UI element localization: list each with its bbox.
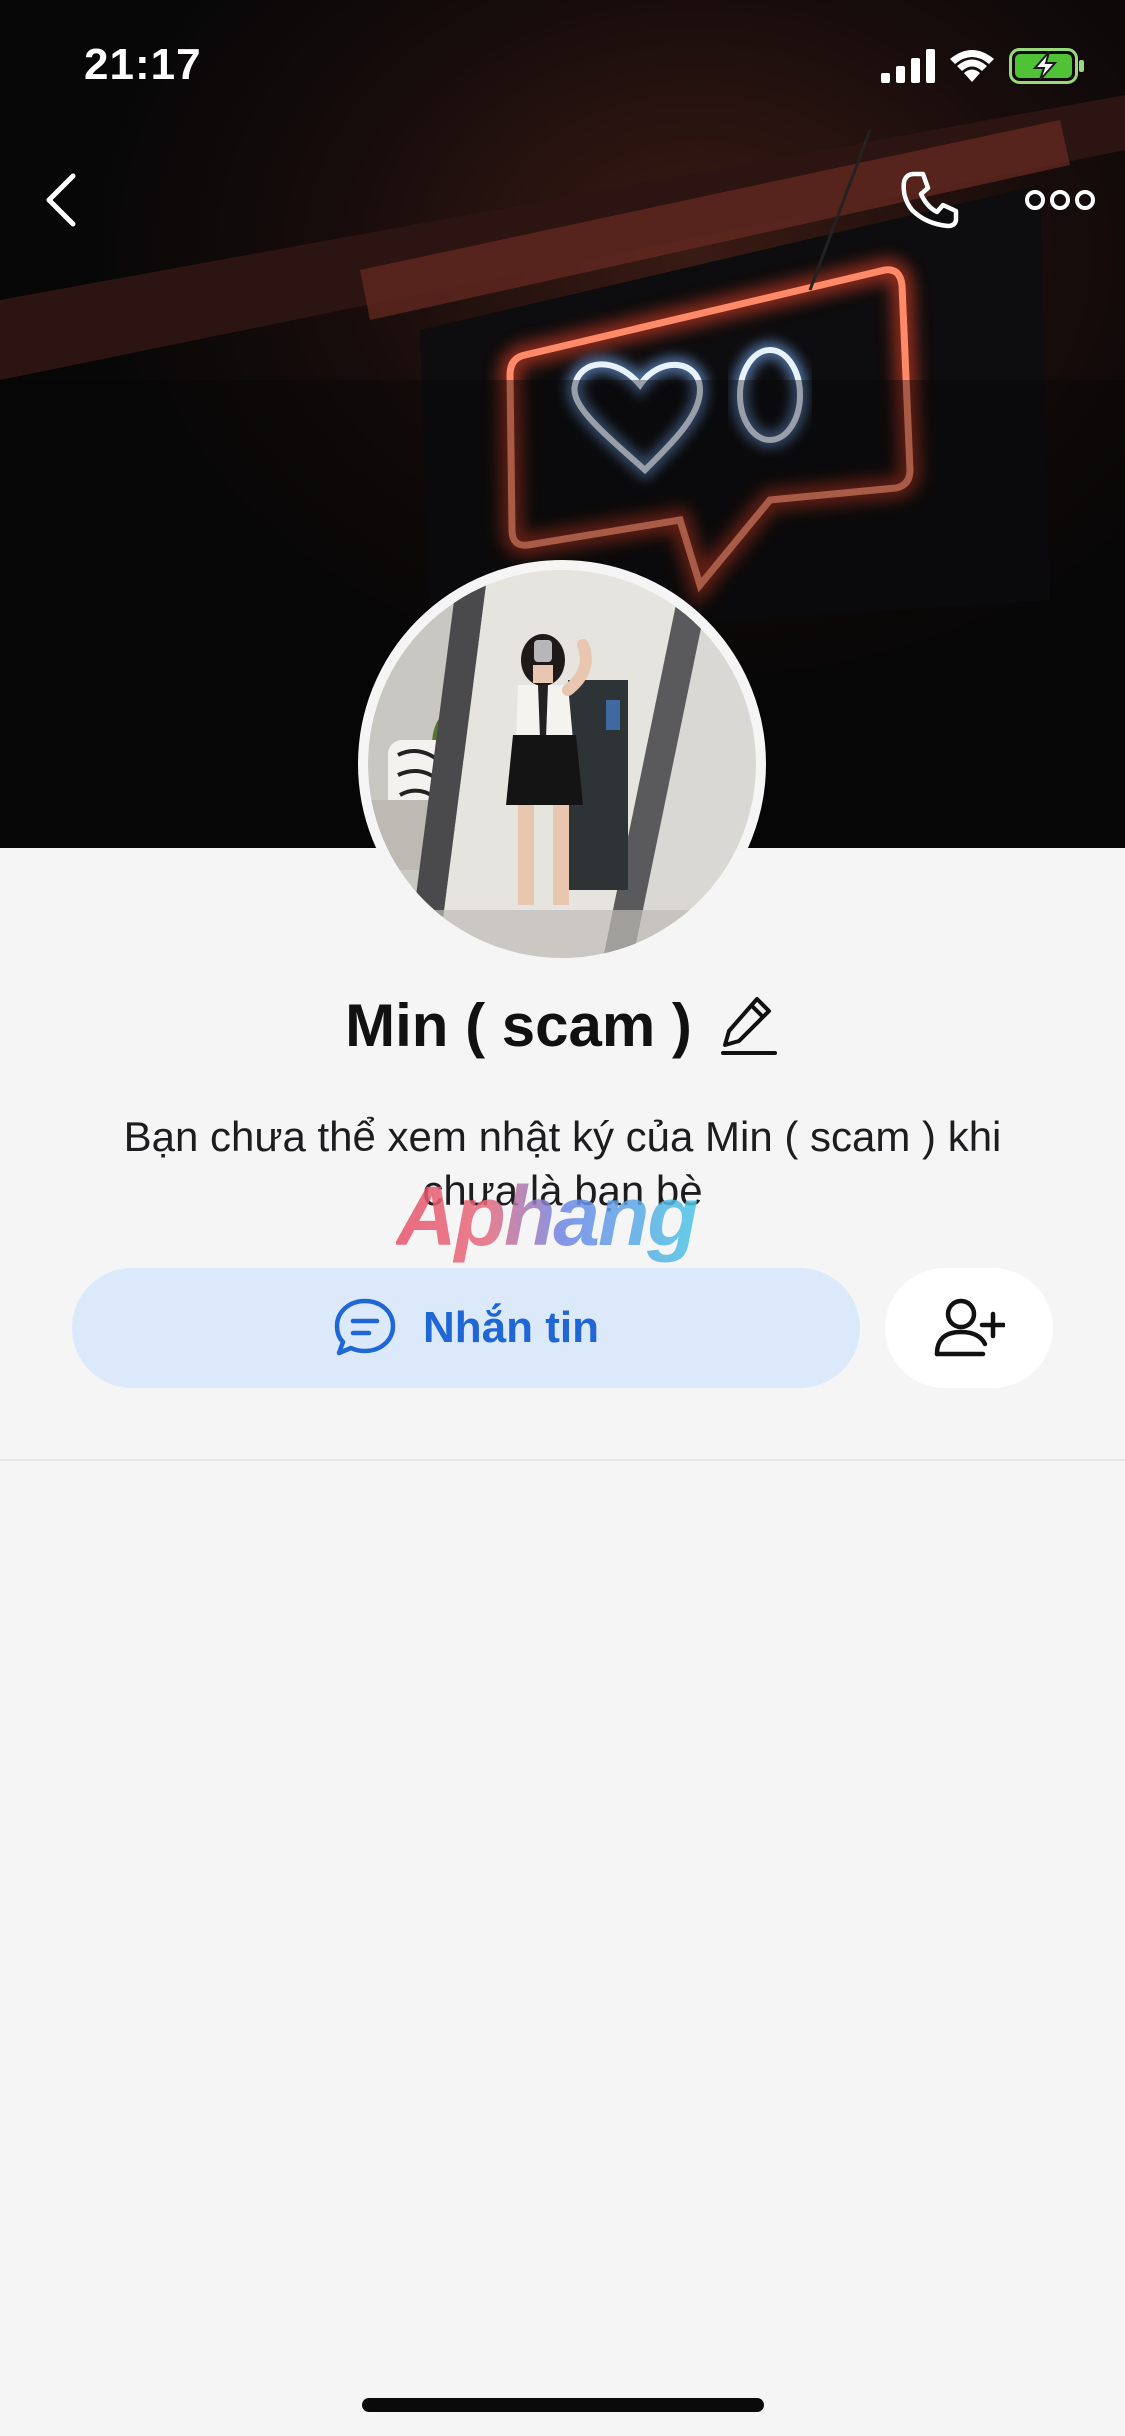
phone-icon <box>901 171 959 229</box>
status-icons <box>881 48 1085 84</box>
status-bar: 21:17 <box>0 0 1125 135</box>
message-button[interactable]: Nhắn tin <box>72 1268 860 1388</box>
ellipsis-icon <box>1025 190 1095 210</box>
back-button[interactable] <box>30 160 90 240</box>
chevron-left-icon <box>46 173 76 227</box>
cellular-signal-icon <box>881 49 935 83</box>
call-button[interactable] <box>890 160 970 240</box>
battery-charging-icon <box>1009 48 1084 84</box>
avatar-photo <box>368 570 756 958</box>
message-button-label: Nhắn tin <box>423 1303 599 1352</box>
profile-name: Min ( scam ) <box>345 991 692 1059</box>
avatar[interactable] <box>358 560 766 968</box>
status-time: 21:17 <box>84 40 202 89</box>
home-indicator[interactable] <box>362 2398 764 2412</box>
wifi-icon <box>950 50 994 82</box>
pencil-icon <box>720 997 777 1055</box>
chat-bubble-icon <box>334 1298 396 1356</box>
add-friend-button[interactable] <box>885 1268 1053 1388</box>
section-divider <box>0 1459 1125 1461</box>
profile-name-row: Min ( scam ) <box>0 990 1125 1060</box>
edit-name-button[interactable] <box>718 990 780 1060</box>
add-friend-icon <box>934 1298 1005 1357</box>
watermark-logo: Aphang <box>396 1169 699 1263</box>
more-options-button[interactable] <box>1015 165 1105 235</box>
